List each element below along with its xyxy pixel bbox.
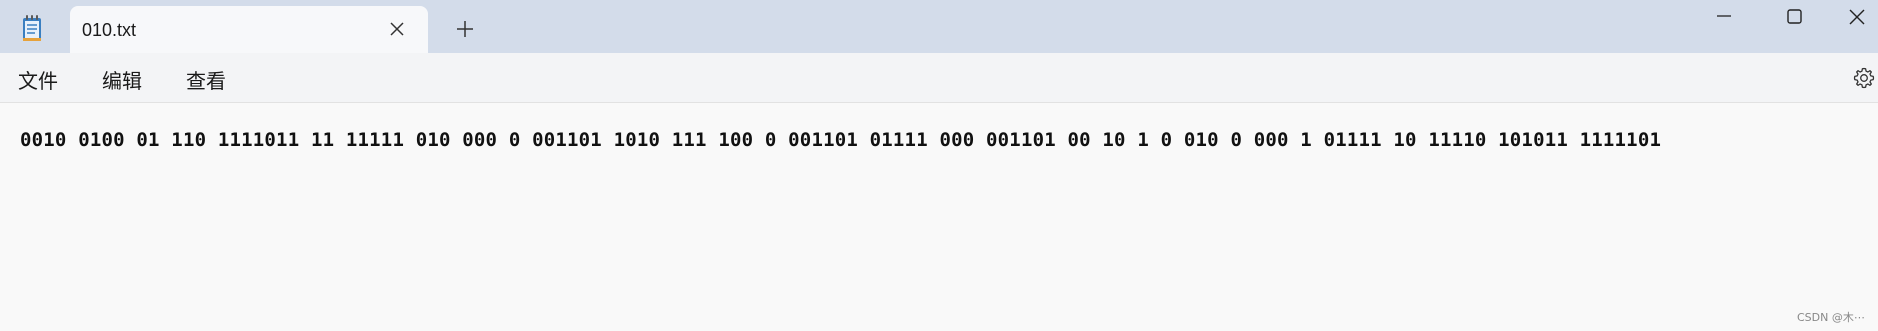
menu-file[interactable]: 文件 (18, 65, 58, 94)
maximize-icon[interactable] (1770, 3, 1818, 37)
title-bar: 010.txt (0, 0, 1878, 54)
gear-icon[interactable] (1852, 66, 1876, 90)
notepad-icon (23, 15, 41, 41)
menu-view[interactable]: 查看 (186, 65, 226, 94)
minimize-icon[interactable] (1700, 3, 1748, 37)
text-editor[interactable]: 0010 0100 01 110 1111011 11 11111 010 00… (0, 104, 1878, 331)
tab-title: 010.txt (82, 20, 137, 40)
plus-icon[interactable] (454, 18, 476, 40)
watermark: CSDN @木⋯ (1797, 311, 1865, 324)
menu-bar: 文件 编辑 查看 (0, 53, 1878, 103)
editor-text: 0010 0100 01 110 1111011 11 11111 010 00… (20, 129, 1662, 151)
menu-edit[interactable]: 编辑 (102, 65, 142, 94)
tab-010-txt[interactable]: 010.txt (70, 6, 428, 54)
close-icon[interactable] (387, 19, 407, 39)
close-window-icon[interactable] (1838, 3, 1878, 37)
